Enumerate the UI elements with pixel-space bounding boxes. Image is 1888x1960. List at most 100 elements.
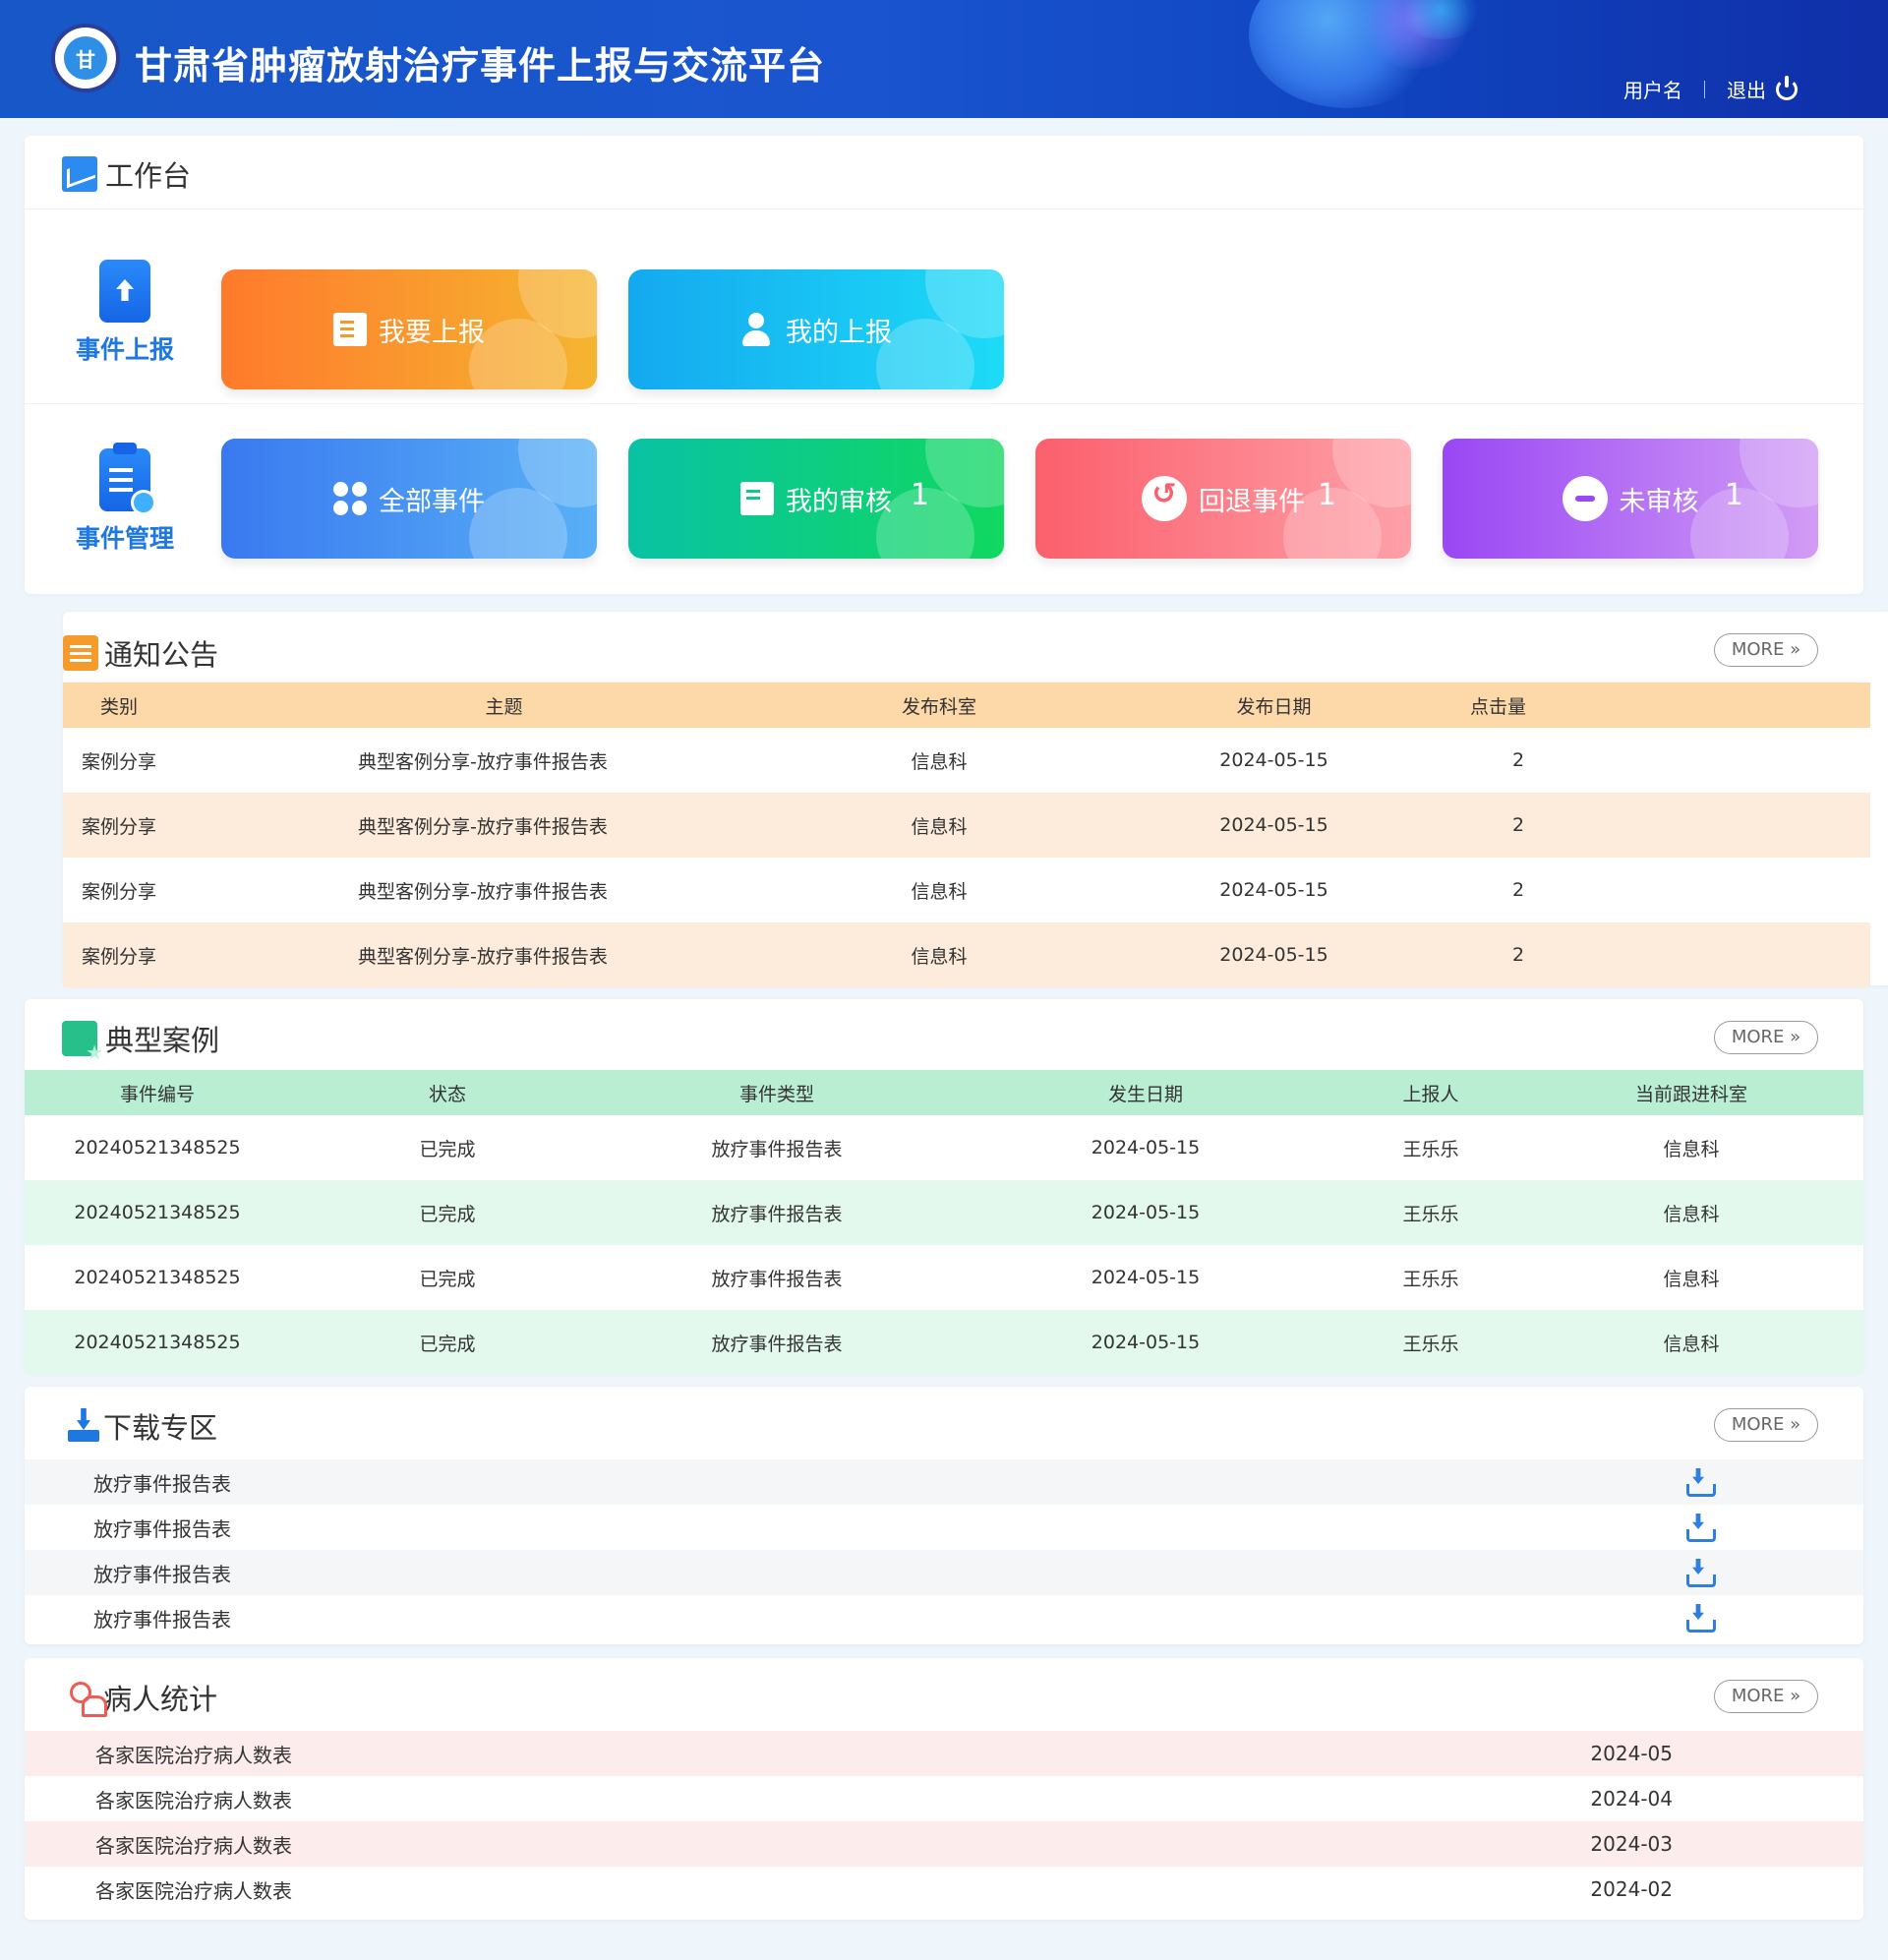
- all-events-tile[interactable]: 全部事件: [221, 439, 597, 559]
- reporter-cell: 王乐乐: [1402, 1268, 1459, 1290]
- department-cell: 信息科: [1663, 1268, 1720, 1290]
- top-header: 甘 甘肃省肿瘤放射治疗事件上报与交流平台 用户名 退出: [0, 0, 1888, 118]
- patients-list: 各家医院治疗病人数表 2024-05 各家医院治疗病人数表 2024-04 各家…: [25, 1731, 1863, 1912]
- cases-more-button[interactable]: MORE »: [1714, 1021, 1818, 1054]
- table-row[interactable]: 20240521348525 已完成 放疗事件报告表 2024-05-15 王乐…: [25, 1115, 1863, 1180]
- views-cell: 2: [1512, 944, 1525, 966]
- downloads-more-button[interactable]: MORE »: [1714, 1408, 1818, 1442]
- table-row[interactable]: 20240521348525 已完成 放疗事件报告表 2024-05-15 王乐…: [25, 1245, 1863, 1310]
- user-upload-icon: [740, 313, 774, 346]
- category-cell: 案例分享: [82, 880, 157, 903]
- event-id-cell[interactable]: 20240521348525: [25, 1245, 290, 1310]
- views-cell: 2: [1512, 749, 1525, 771]
- file-name[interactable]: 放疗事件报告表: [93, 1604, 231, 1633]
- user-area: 用户名 退出: [1623, 75, 1798, 103]
- hospital-logo: 甘: [51, 24, 120, 92]
- column-header: 发布科室: [901, 695, 976, 718]
- download-icon[interactable]: [1684, 1604, 1716, 1633]
- tile-label: 回退事件: [1199, 486, 1305, 517]
- date-cell: 2024-05-15: [1091, 1267, 1201, 1288]
- views-cell: 2: [1512, 814, 1525, 836]
- cases-table: 事件编号 状态 事件类型 发生日期 上报人 当前跟进科室 20240521348…: [25, 1070, 1863, 1375]
- column-header: 发生日期: [1107, 1083, 1183, 1105]
- category-cell: 案例分享: [82, 750, 157, 773]
- report-date: 2024-03: [1590, 1832, 1673, 1856]
- event-id-cell[interactable]: 20240521348525: [25, 1180, 290, 1245]
- report-name: 各家医院治疗病人数表: [95, 1788, 292, 1812]
- file-name[interactable]: 放疗事件报告表: [93, 1559, 231, 1587]
- list-item[interactable]: 各家医院治疗病人数表 2024-05: [25, 1731, 1863, 1776]
- report-icon: [333, 313, 367, 346]
- column-header: 状态: [428, 1083, 466, 1105]
- subject-cell[interactable]: 典型客例分享-放疗事件报告表: [230, 858, 778, 922]
- cases-panel: 典型案例 MORE » 事件编号 状态 事件类型 发生日期 上报人 当前跟进科室…: [25, 999, 1863, 1375]
- subject-cell[interactable]: 典型客例分享-放疗事件报告表: [230, 728, 778, 793]
- report-date: 2024-04: [1590, 1787, 1673, 1811]
- logout-button[interactable]: 退出: [1727, 75, 1798, 103]
- notice-panel: 通知公告 MORE » 类别 主题 发布科室 发布日期 点击量 案例分享 典型客…: [63, 612, 1888, 987]
- logo-emblem: 甘: [64, 36, 107, 80]
- download-tray-icon: [66, 1408, 101, 1444]
- username-link[interactable]: 用户名: [1623, 75, 1682, 103]
- tile-label: 未审核: [1619, 486, 1699, 517]
- file-name[interactable]: 放疗事件报告表: [93, 1514, 231, 1542]
- divider: [25, 403, 1863, 404]
- event-id-cell[interactable]: 20240521348525: [25, 1310, 290, 1375]
- tile-label: 我的上报: [786, 317, 892, 348]
- event-type-cell: 放疗事件报告表: [711, 1138, 843, 1160]
- cases-header: 典型案例: [62, 1019, 219, 1064]
- column-header: 类别: [100, 695, 139, 718]
- department-cell: 信息科: [1663, 1333, 1720, 1355]
- report-name: 各家医院治疗病人数表: [95, 1833, 292, 1858]
- list-item[interactable]: 各家医院治疗病人数表 2024-03: [25, 1821, 1863, 1867]
- reporter-cell: 王乐乐: [1402, 1203, 1459, 1225]
- subject-cell[interactable]: 典型客例分享-放疗事件报告表: [230, 793, 778, 858]
- table-row[interactable]: 案例分享 典型客例分享-放疗事件报告表 信息科 2024-05-15 2: [63, 793, 1870, 858]
- status-cell: 已完成: [419, 1333, 476, 1355]
- my-reports-tile[interactable]: 我的上报: [628, 269, 1004, 389]
- status-cell: 已完成: [419, 1138, 476, 1160]
- divider: [25, 208, 1863, 209]
- returned-events-tile[interactable]: 回退事件 1: [1035, 439, 1411, 559]
- patients-more-button[interactable]: MORE »: [1714, 1680, 1818, 1713]
- column-header: 当前跟进科室: [1634, 1083, 1747, 1105]
- subject-cell[interactable]: 典型客例分享-放疗事件报告表: [230, 922, 778, 987]
- table-row[interactable]: 20240521348525 已完成 放疗事件报告表 2024-05-15 王乐…: [25, 1310, 1863, 1375]
- my-audit-tile[interactable]: 我的审核 1: [628, 439, 1004, 559]
- return-icon: [1142, 476, 1187, 521]
- download-icon[interactable]: [1684, 1468, 1716, 1497]
- notice-more-button[interactable]: MORE »: [1714, 633, 1818, 667]
- table-row[interactable]: 20240521348525 已完成 放疗事件报告表 2024-05-15 王乐…: [25, 1180, 1863, 1245]
- column-header: 主题: [485, 695, 523, 718]
- download-icon[interactable]: [1684, 1559, 1716, 1587]
- minus-circle-icon: [1562, 476, 1608, 521]
- date-cell: 2024-05-15: [1219, 944, 1328, 966]
- divider: [1704, 80, 1705, 98]
- section-title: 通知公告: [104, 638, 219, 672]
- download-icon[interactable]: [1684, 1514, 1716, 1542]
- tile-label: 我要上报: [379, 317, 485, 348]
- event-id-cell[interactable]: 20240521348525: [25, 1115, 290, 1180]
- date-cell: 2024-05-15: [1091, 1137, 1201, 1158]
- list-item: 放疗事件报告表: [25, 1505, 1863, 1550]
- department-cell: 信息科: [911, 880, 968, 903]
- date-cell: 2024-05-15: [1091, 1332, 1201, 1353]
- table-row[interactable]: 案例分享 典型客例分享-放疗事件报告表 信息科 2024-05-15 2: [63, 858, 1870, 922]
- section-title: 工作台: [105, 159, 192, 193]
- table-header-row: 事件编号 状态 事件类型 发生日期 上报人 当前跟进科室: [25, 1070, 1863, 1115]
- unaudited-tile[interactable]: 未审核 1: [1443, 439, 1818, 559]
- file-name[interactable]: 放疗事件报告表: [93, 1468, 231, 1497]
- tile-label: 全部事件: [379, 486, 485, 517]
- list-item: 放疗事件报告表: [25, 1459, 1863, 1505]
- column-header: 点击量: [1470, 695, 1527, 718]
- workbench-header: 工作台: [62, 154, 191, 194]
- list-item[interactable]: 各家医院治疗病人数表 2024-04: [25, 1776, 1863, 1821]
- report-new-tile[interactable]: 我要上报: [221, 269, 597, 389]
- list-item[interactable]: 各家医院治疗病人数表 2024-02: [25, 1867, 1863, 1912]
- date-cell: 2024-05-15: [1219, 814, 1328, 836]
- tile-count: 1: [1317, 478, 1336, 512]
- table-row[interactable]: 案例分享 典型客例分享-放疗事件报告表 信息科 2024-05-15 2: [63, 728, 1870, 793]
- table-header-row: 类别 主题 发布科室 发布日期 点击量: [63, 683, 1870, 728]
- table-row[interactable]: 案例分享 典型客例分享-放疗事件报告表 信息科 2024-05-15 2: [63, 922, 1870, 987]
- tile-count: 1: [910, 478, 929, 512]
